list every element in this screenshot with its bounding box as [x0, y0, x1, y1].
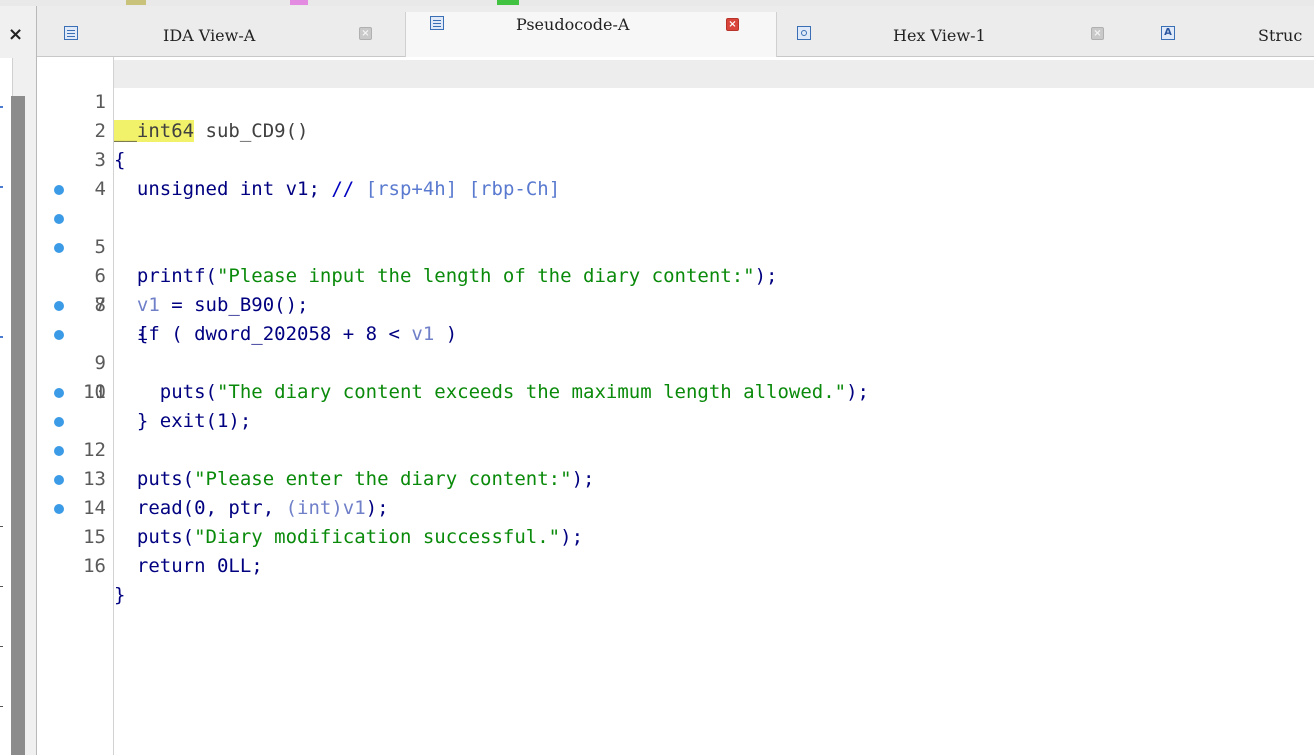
side-dock-panel: × [0, 6, 37, 755]
breakpoint-dot-icon[interactable] [54, 301, 64, 311]
nav-marker [0, 526, 3, 527]
structures-icon: A [1161, 26, 1175, 40]
code-text: return 0LL; [114, 555, 263, 577]
nav-marker [0, 186, 3, 188]
pseudocode-icon [430, 16, 444, 30]
close-tab-icon[interactable]: × [359, 27, 372, 40]
toolbar-color-mark [290, 0, 308, 5]
code-line[interactable]: 4 [37, 146, 1314, 200]
line-number: 16 [83, 555, 106, 577]
navigation-scrollbar-thumb[interactable] [11, 96, 25, 755]
code-line[interactable]: 6 v1 = sub_B90(); [37, 204, 1314, 316]
code-text: puts("Diary modification successful."); [114, 523, 583, 552]
code-line[interactable]: 5 printf("Please input the length of the… [37, 175, 1314, 287]
tab-hex-view-1[interactable]: Hex View-1 × [775, 18, 1137, 58]
breakpoint-dot-icon[interactable] [54, 446, 64, 456]
breakpoint-dot-icon[interactable] [54, 475, 64, 485]
close-panel-icon[interactable]: × [8, 26, 23, 44]
tab-label: IDA View-A [163, 26, 256, 45]
code-line[interactable]: 3 unsigned int v1; // [rsp+4h] [rbp-Ch] [37, 117, 1314, 200]
breakpoint-dot-icon[interactable] [54, 388, 64, 398]
code-line[interactable]: 13 read(0, ptr, (int)v1); [37, 407, 1314, 519]
code-line[interactable]: 8 { [37, 262, 1314, 345]
code-line[interactable]: 10 exit(1); [37, 320, 1314, 432]
code-line[interactable]: 2 { [37, 88, 1314, 171]
ida-view-icon [64, 26, 78, 40]
hex-view-icon [797, 26, 811, 40]
ida-window: × IDA View-A × Pseudocode-A × Hex View-1… [0, 0, 1314, 755]
tab-label: Hex View-1 [893, 26, 986, 45]
code-text: } [114, 584, 126, 606]
code-line[interactable]: 14 puts("Diary modification successful."… [37, 436, 1314, 548]
pseudocode-editor[interactable]: 1 __int64 sub_CD9() 2 { 3 unsigned int v… [37, 57, 1314, 755]
breakpoint-dot-icon[interactable] [54, 243, 64, 253]
breakpoint-dot-icon[interactable] [54, 504, 64, 514]
call-prefix: puts( [114, 526, 195, 548]
code-line[interactable]: 12 puts("Please enter the diary content:… [37, 378, 1314, 490]
code-line[interactable]: 16 } [37, 494, 1314, 606]
tab-ida-view-a[interactable]: IDA View-A × [37, 18, 405, 58]
close-tab-icon[interactable]: × [726, 18, 739, 31]
breakpoint-dot-icon[interactable] [54, 330, 64, 340]
code-line[interactable]: 1 __int64 sub_CD9() [37, 59, 1314, 142]
code-line[interactable]: 11 } [37, 349, 1314, 432]
breakpoint-dot-icon[interactable] [54, 214, 64, 224]
code-line[interactable]: 9 puts("The diary content exceeds the ma… [37, 291, 1314, 403]
string-literal: "Diary modification successful." [194, 526, 561, 548]
nav-marker [0, 586, 3, 587]
nav-marker [0, 106, 3, 108]
tab-structures[interactable]: A Struc [1137, 18, 1314, 58]
tab-pseudocode-a[interactable]: Pseudocode-A × [405, 12, 777, 58]
tab-label: Pseudocode-A [516, 15, 630, 34]
call-suffix: ); [560, 526, 584, 548]
breakpoint-dot-icon[interactable] [54, 417, 64, 427]
nav-marker [0, 706, 3, 707]
tab-label: Struc [1258, 26, 1303, 45]
breakpoint-dot-icon[interactable] [54, 185, 64, 195]
toolbar-color-mark [126, 0, 146, 5]
nav-marker [0, 646, 3, 647]
code-line[interactable]: 15 return 0LL; [37, 465, 1314, 577]
nav-marker [0, 336, 3, 338]
view-tab-bar: IDA View-A × Pseudocode-A × Hex View-1 ×… [37, 6, 1314, 58]
close-tab-icon[interactable]: × [1091, 27, 1104, 40]
code-line[interactable]: 7 if ( dword_202058 + 8 < v1 ) [37, 233, 1314, 345]
toolbar-color-mark [497, 0, 519, 5]
